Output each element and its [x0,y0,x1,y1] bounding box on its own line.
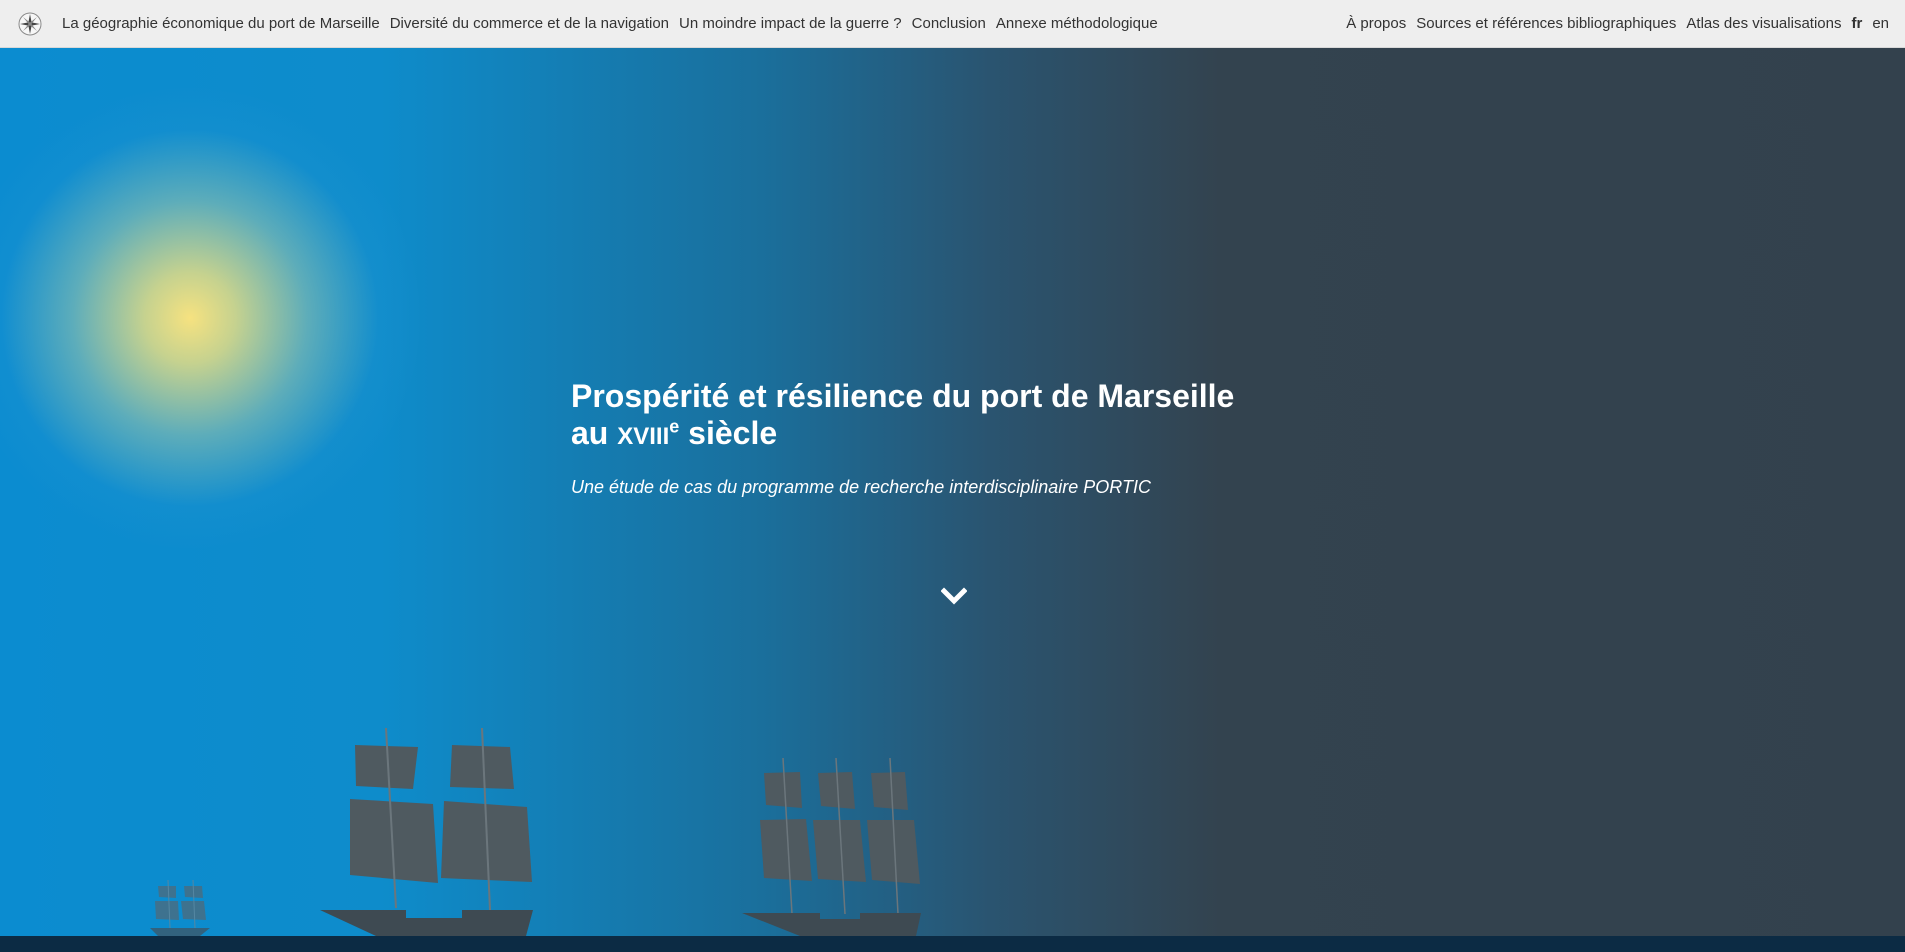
page-subtitle: Une étude de cas du programme de recherc… [571,477,1151,497]
nav-link-a-propos[interactable]: À propos [1346,15,1406,32]
nav-link-geographie[interactable]: La géographie économique du port de Mars… [62,15,380,32]
language-fr[interactable]: fr [1851,15,1862,32]
nav-link-sources[interactable]: Sources et références bibliographiques [1416,15,1676,32]
chevron-down-icon[interactable] [940,586,968,606]
nav-link-diversite[interactable]: Diversité du commerce et de la navigatio… [390,15,669,32]
title-line-2-prefix: au [571,415,618,451]
title-line-1: Prospérité et résilience du port de Mars… [571,378,1235,414]
hero-text-block: Prospérité et résilience du port de Mars… [571,378,1291,498]
main-nav: La géographie économique du port de Mars… [62,15,1158,32]
top-navigation: La géographie économique du port de Mars… [0,0,1905,48]
ship-large-left [320,727,533,936]
nav-link-annexe[interactable]: Annexe méthodologique [996,15,1158,32]
bottom-bar [0,936,1905,952]
hero-banner: Prospérité et résilience du port de Mars… [0,48,1905,936]
nav-link-atlas[interactable]: Atlas des visualisations [1686,15,1841,32]
language-en[interactable]: en [1872,15,1889,32]
ship-small-distant [150,879,210,936]
title-line-2-suffix: siècle [679,415,778,451]
compass-rose-icon[interactable] [18,12,42,36]
title-century: XVIII [617,423,670,450]
ship-medium [742,757,921,936]
title-superscript: e [669,416,680,437]
secondary-nav: À propos Sources et références bibliogra… [1346,15,1889,32]
nav-link-conclusion[interactable]: Conclusion [912,15,986,32]
page-title: Prospérité et résilience du port de Mars… [571,378,1291,455]
nav-link-guerre[interactable]: Un moindre impact de la guerre ? [679,15,902,32]
